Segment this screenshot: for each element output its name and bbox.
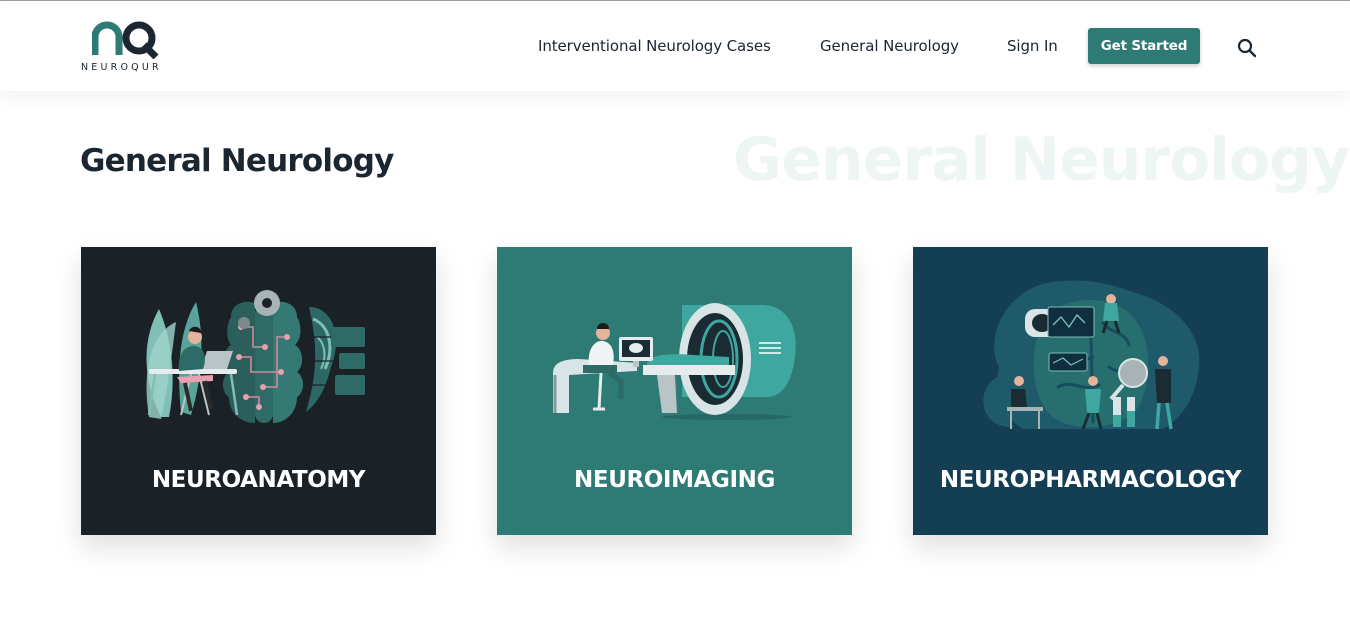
- card-neuroanatomy[interactable]: NEUROANATOMY: [81, 247, 436, 535]
- neuroanatomy-illustration: [146, 290, 365, 423]
- logo-text: NEUROQUR: [81, 62, 162, 73]
- title-watermark: General Neurology: [733, 125, 1350, 195]
- neuroimaging-illustration: [553, 303, 796, 420]
- nav-sign-in[interactable]: Sign In: [1007, 37, 1058, 55]
- search-icon[interactable]: [1236, 37, 1258, 59]
- nav-general-neurology[interactable]: General Neurology: [820, 37, 959, 55]
- logo-mark-icon: [92, 21, 159, 59]
- card-label-neuroanatomy: NEUROANATOMY: [151, 467, 366, 493]
- card-neuropharmacology[interactable]: NEUROPHARMACOLOGY: [913, 247, 1268, 535]
- site-header: NEUROQUR Interventional Neurology Cases …: [0, 1, 1350, 91]
- card-neuroimaging[interactable]: NEUROIMAGING: [497, 247, 852, 535]
- neuropharmacology-illustration: [983, 280, 1200, 430]
- page-title: General Neurology: [80, 143, 394, 179]
- get-started-button[interactable]: Get Started: [1088, 28, 1200, 64]
- logo[interactable]: NEUROQUR: [80, 17, 180, 77]
- nav-interventional-neurology-cases[interactable]: Interventional Neurology Cases: [538, 37, 771, 55]
- card-label-neuropharmacology: NEUROPHARMACOLOGY: [939, 467, 1242, 493]
- card-label-neuroimaging: NEUROIMAGING: [574, 467, 775, 493]
